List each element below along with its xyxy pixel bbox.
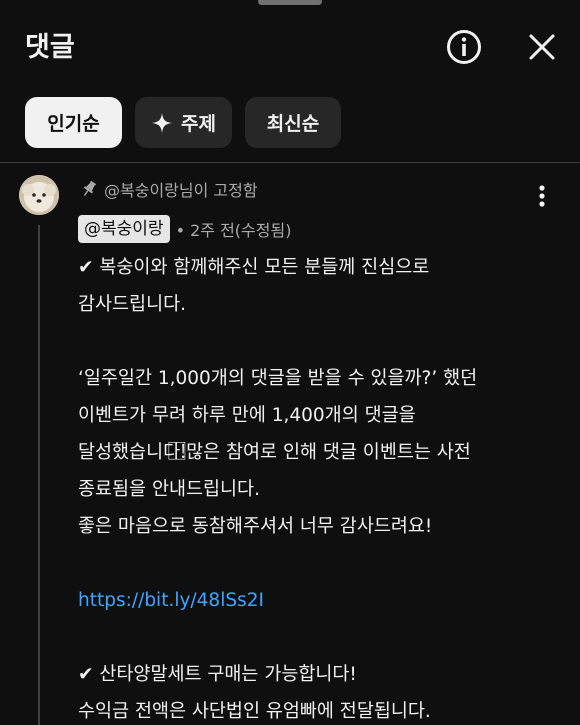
comment-meta: • 2주 전(수정됨) [175,221,292,240]
comment-line: ✔ 복숭이와 함께해주신 모든 분들께 진심으로 [78,257,430,278]
author-badge[interactable]: @복숭이랑 [78,215,170,243]
chip-popular-label: 인기순 [47,113,100,135]
chip-newest[interactable]: 최신순 [245,97,341,148]
pinned-text: @복숭이랑님이 고정함 [104,181,258,200]
sort-chips: 인기순 주제 최신순 [25,97,341,148]
pinned-indicator: @복숭이랑님이 고정함 [80,177,258,201]
chip-popular[interactable]: 인기순 [25,97,122,148]
comment-line: 좋은 마음으로 동참해주셔서 너무 감사드려요! [78,516,433,537]
info-circle-icon [447,30,481,64]
more-vertical-icon [539,185,545,207]
sparkle-icon [152,112,173,133]
comment-line: ✔ 산타양말세트 구매는 가능합니다! [78,664,357,685]
comment-line: 달성했습니다!⃞많은 참여로 인해 댓글 이벤트는 사전 [78,442,471,463]
close-icon [529,34,555,60]
more-options-button[interactable] [530,183,554,209]
panel-title: 댓글 [25,32,75,63]
chip-newest-label: 최신순 [266,113,320,135]
comment-line: 종료됨을 안내드립니다. [78,479,260,500]
comment-body: ✔ 복숭이와 함께해주신 모든 분들께 진심으로 감사드립니다. ‘일주일간 1… [78,249,558,725]
comment-line [78,323,558,360]
dog-avatar-icon [19,175,59,215]
comment-line [78,619,558,656]
author-row: @복숭이랑 • 2주 전(수정됨) [78,215,291,243]
pin-icon [83,180,97,196]
comments-header: 댓글 [0,0,580,92]
chip-topic[interactable]: 주제 [135,97,232,148]
info-button[interactable] [445,28,483,66]
comment-link[interactable]: https://bit.ly/48lSs2I [78,582,558,619]
pinned-comment: @복숭이랑님이 고정함 @복숭이랑 • 2주 전(수정됨) ✔ 복숭이와 함께해… [0,163,580,725]
comment-line: 수익금 전액은 사단법인 유엄빠에 전달됩니다. [78,701,431,722]
close-button[interactable] [522,28,562,66]
comment-line: 감사드립니다. [78,294,187,315]
thread-line [38,225,40,725]
avatar[interactable] [19,175,59,215]
comment-line [78,545,558,582]
comment-line: 이벤트가 무려 하루 만에 1,400개의 댓글을 [78,405,416,426]
comment-line: ‘일주일간 1,000개의 댓글을 받을 수 있을까?’ 했던 [78,368,478,389]
comments-panel: 댓글 인기순 주제 최신순 @복숭이랑님이 고정함 @복숭이랑 • 2주 전(수… [0,0,580,725]
chip-topic-label: 주제 [181,113,216,135]
